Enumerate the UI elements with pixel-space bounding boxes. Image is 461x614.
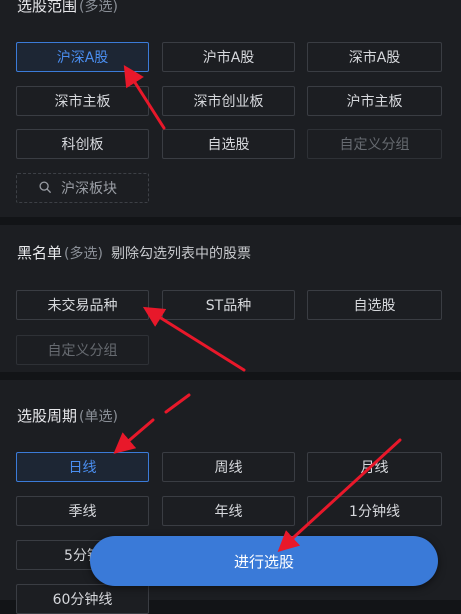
blacklist-option-st[interactable]: ST品种	[162, 290, 295, 320]
blacklist-option-untraded[interactable]: 未交易品种	[16, 290, 149, 320]
range-section-hint: (多选)	[79, 0, 118, 15]
start-screening-button[interactable]: 进行选股	[90, 536, 438, 586]
blacklist-section-title: 黑名单 (多选) 剔除勾选列表中的股票	[17, 244, 251, 262]
sector-search-label: 沪深板块	[61, 181, 117, 197]
range-option-watchlist[interactable]: 自选股	[162, 129, 295, 159]
range-option-shenshi-main[interactable]: 深市主板	[16, 86, 149, 116]
range-option-custom-group[interactable]: 自定义分组	[307, 129, 442, 159]
sector-search-button[interactable]: 沪深板块	[16, 173, 149, 203]
period-option-weekly[interactable]: 周线	[162, 452, 295, 482]
blacklist-section-description: 剔除勾选列表中的股票	[110, 246, 251, 262]
period-option-yearly[interactable]: 年线	[162, 496, 295, 526]
period-option-60min[interactable]: 60分钟线	[16, 584, 149, 614]
range-section: 选股范围 (多选) 沪深A股 沪市A股 深市A股 深市主板 深市创业板 沪市主板 …	[0, 0, 461, 217]
blacklist-option-custom-group[interactable]: 自定义分组	[16, 335, 149, 365]
range-option-star-market[interactable]: 科创板	[16, 129, 149, 159]
range-option-chinext[interactable]: 深市创业板	[162, 86, 295, 116]
blacklist-option-watchlist[interactable]: 自选股	[307, 290, 442, 320]
period-section-title: 选股周期 (单选)	[17, 407, 118, 425]
range-section-title: 选股范围 (多选)	[17, 0, 118, 15]
period-option-monthly[interactable]: 月线	[307, 452, 442, 482]
period-option-daily[interactable]: 日线	[16, 452, 149, 482]
blacklist-section-hint: (多选)	[64, 246, 103, 262]
range-option-hushi-main[interactable]: 沪市主板	[307, 86, 442, 116]
search-icon	[39, 181, 52, 194]
blacklist-section: 黑名单 (多选) 剔除勾选列表中的股票 未交易品种 ST品种 自选股 自定义分组	[0, 225, 461, 372]
period-option-quarterly[interactable]: 季线	[16, 496, 149, 526]
period-section-hint: (单选)	[79, 409, 118, 425]
range-option-hushen-a[interactable]: 沪深A股	[16, 42, 149, 72]
range-option-hushi-a[interactable]: 沪市A股	[162, 42, 295, 72]
range-option-shenshi-a[interactable]: 深市A股	[307, 42, 442, 72]
period-option-1min[interactable]: 1分钟线	[307, 496, 442, 526]
